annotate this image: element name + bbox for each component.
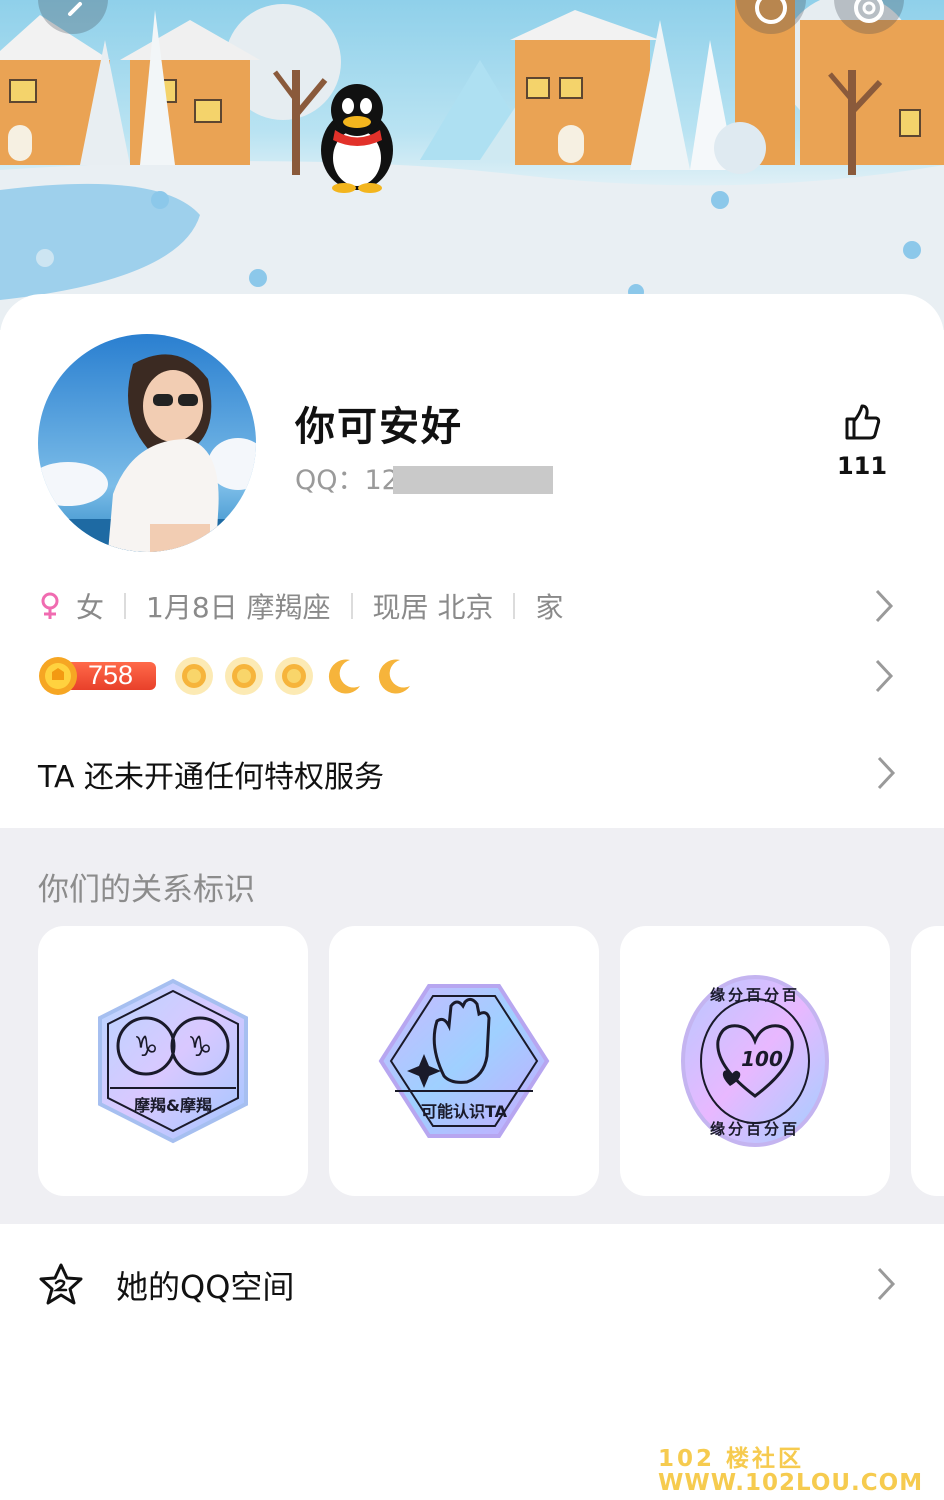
level-icons <box>174 656 414 696</box>
moon-icon <box>378 659 410 694</box>
hometown-text: 家 <box>535 591 564 624</box>
qzone-label: 她的QQ空间 <box>116 1268 295 1306</box>
svg-text:100: 100 <box>741 1047 783 1071</box>
gear-icon <box>854 0 884 23</box>
relation-badge-card[interactable]: 100 缘分百分百 缘分百分百 <box>620 926 890 1196</box>
friend-button[interactable] <box>736 0 806 34</box>
watermark: 102 楼社区 WWW.102LOU.COM <box>658 1447 923 1495</box>
watermark-line3: 102 楼社区 <box>658 1446 805 1472</box>
chevron-right-icon <box>875 659 894 693</box>
thumbs-up-icon <box>845 404 881 440</box>
avatar-photo <box>38 334 256 552</box>
sun-icon <box>275 657 313 695</box>
back-button[interactable] <box>38 0 108 34</box>
badge-label: 缘分百分百 <box>709 986 800 1004</box>
level-badge: 758 <box>38 657 156 695</box>
divider <box>513 593 516 619</box>
svg-text:♑: ♑ <box>133 1030 158 1063</box>
level-value: 758 <box>88 660 134 690</box>
chevron-right-icon[interactable] <box>876 756 896 790</box>
sun-icon <box>225 657 263 695</box>
section-title: 你们的关系标识 <box>38 872 255 908</box>
like-button[interactable]: 111 <box>830 402 894 480</box>
location-text: 现居 北京 <box>372 591 494 624</box>
badge-label: 可能认识TA <box>420 1102 508 1121</box>
svg-text:♑: ♑ <box>187 1030 212 1063</box>
user-icon <box>755 0 787 24</box>
nickname: 你可安好 <box>295 404 463 450</box>
badge-label: 摩羯&摩羯 <box>134 1096 212 1115</box>
privilege-service-text[interactable]: TA 还未开通任何特权服务 <box>38 752 384 796</box>
qq-number-label: QQ：12 <box>295 465 399 496</box>
crown-coin-icon <box>39 657 77 695</box>
profile-cover-banner <box>0 0 944 330</box>
sun-icon <box>175 657 213 695</box>
basic-info-row[interactable]: 女 1月8日 摩羯座 现居 北京 家 <box>38 586 904 626</box>
relation-badge-card-partial[interactable] <box>911 926 944 1196</box>
birthday-text: 1月8日 摩羯座 <box>146 591 331 624</box>
moon-icon <box>328 659 360 694</box>
qq-number: QQ：12 <box>295 458 553 497</box>
settings-button[interactable] <box>834 0 904 34</box>
badge-label-bottom: 缘分百分百 <box>709 1120 800 1138</box>
qq-number-redaction <box>392 466 553 494</box>
relation-badge-card[interactable]: ♑ ♑ 摩羯&摩羯 <box>38 926 308 1196</box>
chevron-right-icon <box>877 1267 896 1301</box>
waving-hand-badge-icon <box>378 984 550 1138</box>
gender-text: 女 <box>76 591 105 624</box>
back-arrow-icon <box>68 2 82 16</box>
profile-card: 你可安好 QQ：12 111 女 1月8日 摩羯座 现居 北京 家 758 TA… <box>0 294 944 1063</box>
divider <box>350 593 353 619</box>
star-icon <box>39 1263 83 1305</box>
qq-level-row[interactable]: 758 <box>38 654 904 698</box>
avatar[interactable] <box>38 334 256 552</box>
relation-badge-card[interactable]: 可能认识TA <box>329 926 599 1196</box>
winter-scene-illustration <box>0 0 944 330</box>
chevron-right-icon <box>875 589 894 623</box>
relationship-badges-section: 你们的关系标识 ♑ ♑ 摩羯&摩羯 可能认识TA 100 缘分百分百 缘分百分百 <box>0 828 944 1224</box>
divider <box>124 593 127 619</box>
qzone-row[interactable]: 她的QQ空间 <box>0 1224 944 1344</box>
watermark-line4: WWW.102LOU.COM <box>658 1470 924 1496</box>
heart-100-badge-icon: 100 <box>681 975 829 1147</box>
female-icon <box>41 592 59 619</box>
capricorn-badge-icon: ♑ ♑ <box>98 978 248 1144</box>
like-count: 111 <box>836 452 888 480</box>
